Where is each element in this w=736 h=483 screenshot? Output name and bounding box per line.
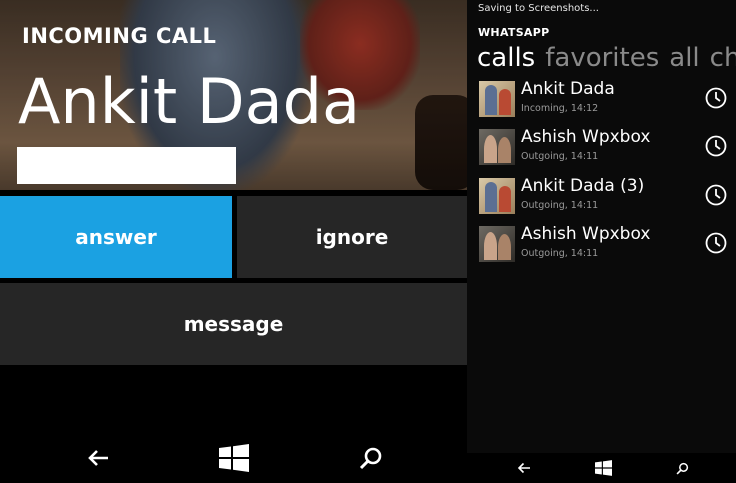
start-button[interactable] — [204, 432, 264, 483]
start-button[interactable] — [583, 453, 623, 483]
avatar — [479, 129, 515, 165]
windows-logo-icon — [594, 460, 612, 476]
ignore-button[interactable]: ignore — [237, 196, 467, 278]
call-detail: Incoming, 14:12 — [521, 103, 599, 114]
caller-name: Ankit Dada — [18, 65, 360, 138]
redacted-number-bar — [17, 147, 236, 184]
back-arrow-icon — [88, 449, 108, 466]
tab-favorites[interactable]: favorites — [545, 43, 659, 73]
search-icon — [359, 447, 382, 469]
call-detail: Outgoing, 14:11 — [521, 248, 599, 259]
call-list-item[interactable]: Ashish Wpxbox Outgoing, 14:11 — [479, 127, 736, 177]
back-button[interactable] — [68, 432, 128, 483]
back-arrow-icon — [517, 462, 530, 474]
status-text: Saving to Screenshots... — [478, 3, 599, 14]
pivot-tabs: calls favorites allcha — [477, 41, 736, 75]
navigation-bar — [467, 453, 736, 483]
search-button[interactable] — [341, 432, 401, 483]
contact-name: Ankit Dada — [521, 79, 615, 99]
avatar — [479, 226, 515, 262]
clock-icon[interactable] — [705, 87, 727, 109]
incoming-call-screen: INCOMING CALL Ankit Dada answer ignore m… — [0, 0, 467, 483]
avatar — [479, 81, 515, 117]
answer-button[interactable]: answer — [0, 196, 232, 278]
tab-all[interactable]: all — [669, 43, 699, 73]
message-button[interactable]: message — [0, 283, 467, 365]
tab-chats[interactable]: cha — [710, 43, 736, 73]
call-detail: Outgoing, 14:11 — [521, 151, 599, 162]
avatar — [479, 178, 515, 214]
call-list-item[interactable]: Ankit Dada Incoming, 14:12 — [479, 79, 736, 129]
clock-icon[interactable] — [705, 232, 727, 254]
call-list-item[interactable]: Ashish Wpxbox Outgoing, 14:11 — [479, 224, 736, 274]
call-list-item[interactable]: Ankit Dada (3) Outgoing, 14:11 — [479, 176, 736, 226]
clock-icon[interactable] — [705, 184, 727, 206]
navigation-bar — [0, 432, 467, 483]
app-title: WHATSAPP — [478, 26, 550, 39]
contact-name: Ashish Wpxbox — [521, 224, 651, 244]
whatsapp-calls-screen: Saving to Screenshots... WHATSAPP calls f… — [467, 0, 736, 483]
windows-logo-icon — [219, 443, 249, 472]
clock-icon[interactable] — [705, 135, 727, 157]
contact-name: Ashish Wpxbox — [521, 127, 651, 147]
search-button[interactable] — [662, 453, 702, 483]
tab-calls[interactable]: calls — [477, 43, 535, 73]
call-detail: Outgoing, 14:11 — [521, 200, 599, 211]
back-button[interactable] — [504, 453, 544, 483]
contact-name: Ankit Dada (3) — [521, 176, 645, 196]
incoming-call-label: INCOMING CALL — [22, 24, 217, 48]
search-icon — [676, 462, 688, 474]
caller-photo: INCOMING CALL Ankit Dada — [0, 0, 467, 190]
